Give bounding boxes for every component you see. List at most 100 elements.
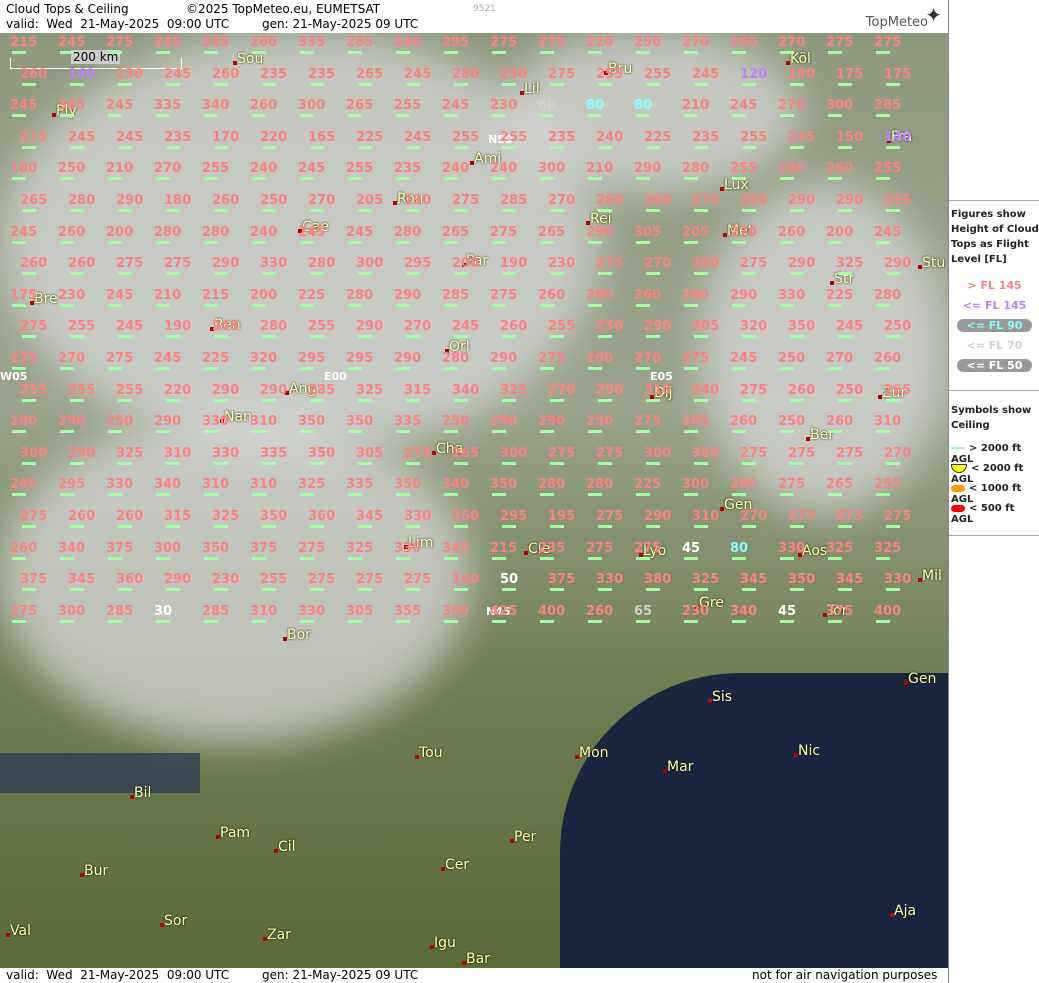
cloud-top-value: 290 xyxy=(788,256,816,272)
cloud-top-value: 310 xyxy=(874,414,902,430)
ceiling-symbol xyxy=(636,556,650,560)
ceiling-symbol xyxy=(396,430,410,434)
ceiling-symbol xyxy=(166,82,180,86)
ceiling-symbol xyxy=(588,367,602,370)
cloud-top-value: 205 xyxy=(356,193,384,208)
cloud-top-value: 290 xyxy=(116,193,144,208)
satellite-map[interactable]: 200 km Sou Lil Bru Köl Ply Ami Fra Lux Rou Rei Cae… xyxy=(0,33,948,968)
ceiling-symbol xyxy=(492,114,506,118)
ceiling-symbol xyxy=(60,240,74,244)
ceiling-symbol xyxy=(108,114,122,118)
ceiling-symbol xyxy=(636,177,650,181)
cloud-top-value: 270 xyxy=(634,351,662,366)
ceiling-symbol xyxy=(444,556,458,560)
ceiling-symbol xyxy=(838,588,852,592)
cloud-top-value: 220 xyxy=(260,129,288,145)
cloud-top-value: 290 xyxy=(212,382,240,398)
ceiling-symbol xyxy=(118,461,132,465)
ceiling-symbol xyxy=(780,303,794,307)
ceiling-symbol xyxy=(838,335,852,339)
ceiling-symbol xyxy=(204,367,218,370)
legend-ceiling-row: > 2000 ft AGL xyxy=(951,443,1039,465)
cloud-top-value: 230 xyxy=(58,287,86,303)
ceiling-symbol xyxy=(550,461,564,465)
ceiling-symbol xyxy=(742,145,756,149)
cloud-top-value: 275 xyxy=(356,572,384,588)
ceiling-symbol xyxy=(262,145,276,149)
cloud-top-value: 280 xyxy=(308,256,336,272)
cloud-top-value: 330 xyxy=(298,603,326,619)
cloud-top-value: 245 xyxy=(116,129,144,145)
cloud-top-value: 260 xyxy=(730,35,758,50)
ceiling-symbol xyxy=(790,398,804,402)
cloud-top-value: 245 xyxy=(836,319,864,335)
cloud-top-value: 275 xyxy=(586,540,614,556)
ceiling-symbol xyxy=(540,493,554,497)
ceiling-symbol xyxy=(396,493,410,497)
cloud-top-value: 290 xyxy=(154,414,182,430)
cloud-top-value: 330 xyxy=(778,540,806,556)
cloud-top-value: 175 xyxy=(884,66,912,82)
ceiling-symbol xyxy=(108,51,122,54)
ceiling-symbol-icon xyxy=(951,447,965,449)
ceiling-symbol xyxy=(646,272,660,276)
cloud-top-value: 290 xyxy=(68,445,96,461)
cloud-top-value: 260 xyxy=(596,193,624,208)
cloud-top-value: 250 xyxy=(586,414,614,430)
ceiling-symbol xyxy=(732,177,746,181)
cloud-top-value: 275 xyxy=(596,445,624,461)
cloud-top-value: 270 xyxy=(308,193,336,208)
ceiling-symbol xyxy=(598,525,612,528)
ceiling-symbol xyxy=(780,619,794,623)
cloud-top-value: 290 xyxy=(586,224,614,240)
city-label: Gen xyxy=(908,671,937,687)
ceiling-symbol xyxy=(444,114,458,118)
cloud-top-value: 175 xyxy=(10,287,38,303)
cloud-top-value: 280 xyxy=(452,66,480,82)
cloud-top-value: 260 xyxy=(586,287,614,303)
ceiling-symbol xyxy=(588,619,602,623)
ceiling-symbol xyxy=(12,177,26,181)
ceiling-symbol xyxy=(598,398,612,402)
cloud-top-value: 270 xyxy=(404,319,432,335)
cloud-top-value: 290 xyxy=(356,319,384,335)
ceiling-symbol xyxy=(156,493,170,497)
cloud-top-value: 180 xyxy=(10,161,38,177)
ceiling-symbol xyxy=(262,461,276,465)
cloud-top-value: 150 xyxy=(836,129,864,145)
ceiling-symbol xyxy=(598,588,612,592)
ceiling-symbol xyxy=(550,335,564,339)
footer-valid-time: valid: Wed 21-May-2025 09:00 UTC xyxy=(6,968,230,982)
cloud-top-value: 375 xyxy=(106,540,134,556)
ceiling-symbol xyxy=(876,367,890,370)
ceiling-symbol xyxy=(300,430,314,434)
cloud-top-value: 280 xyxy=(346,287,374,303)
cloud-top-value: 275 xyxy=(740,445,768,461)
cloud-top-value: 275 xyxy=(452,193,480,208)
ceiling-symbol xyxy=(406,209,420,212)
ceiling-symbol xyxy=(694,398,708,402)
cloud-top-value: 255 xyxy=(874,161,902,177)
cloud-top-value: 280 xyxy=(874,287,902,303)
ceiling-symbol xyxy=(118,272,132,276)
ceiling-symbol xyxy=(694,145,708,149)
cloud-top-value: 275 xyxy=(788,445,816,461)
cloud-top-value: 275 xyxy=(548,66,576,82)
cloud-top-value: 165 xyxy=(308,129,336,145)
ceiling-symbol-icon xyxy=(951,504,965,512)
ceiling-symbol xyxy=(252,51,266,54)
ceiling-symbol xyxy=(406,145,420,149)
ceiling-symbol xyxy=(118,525,132,528)
ceiling-symbol xyxy=(22,335,36,339)
ceiling-symbol xyxy=(876,619,890,623)
cloud-top-value: 260 xyxy=(250,98,278,114)
ceiling-symbol xyxy=(684,114,698,118)
city-label: Per xyxy=(514,829,537,845)
cloud-top-value: 195 xyxy=(548,509,576,524)
cloud-top-value: 260 xyxy=(874,351,902,366)
cloud-top-value: 245 xyxy=(692,66,720,82)
ceiling-symbol xyxy=(252,240,266,244)
ceiling-symbol xyxy=(694,272,708,276)
ceiling-symbol xyxy=(12,556,26,560)
ceiling-symbol xyxy=(790,335,804,339)
